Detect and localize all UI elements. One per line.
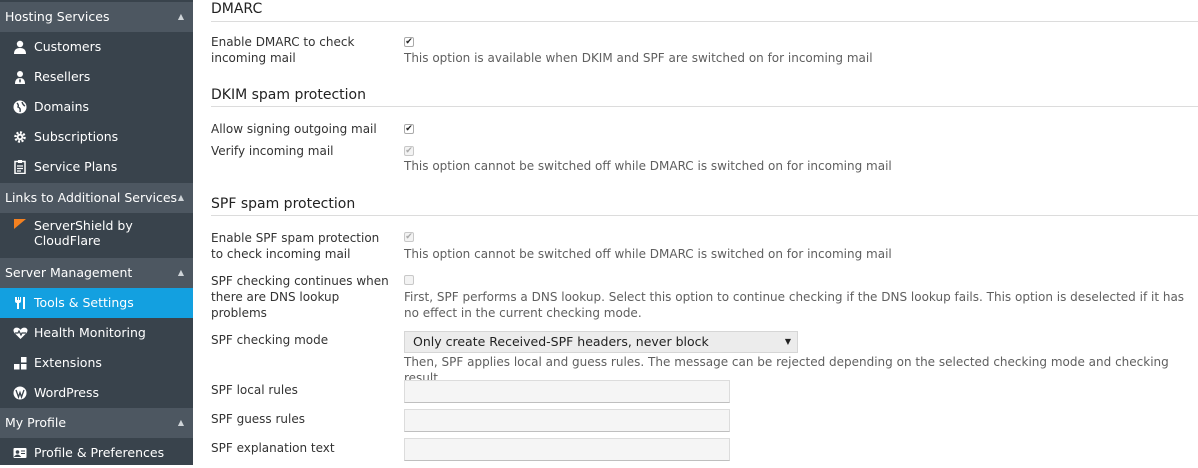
collapse-caret-icon[interactable]: ▲ xyxy=(178,258,184,288)
sidebar-item-label: Domains xyxy=(34,99,90,114)
allow-signing-label: Allow signing outgoing mail xyxy=(211,122,377,136)
sidebar-item-label: Tools & Settings xyxy=(34,295,134,310)
dkim-heading: DKIM spam protection xyxy=(211,87,366,103)
spf-continue-checkbox[interactable] xyxy=(404,275,414,285)
sidebar-item-label: ServerShield by CloudFlare xyxy=(34,218,133,248)
dropdown-arrow-icon: ▼ xyxy=(784,337,791,346)
extensions-icon xyxy=(12,348,28,378)
sidebar-item-subscriptions[interactable]: Subscriptions xyxy=(0,122,193,152)
sidebar-item-tools-settings[interactable]: Tools & Settings xyxy=(0,288,193,318)
verify-incoming-checkbox[interactable]: ✔ xyxy=(404,146,414,156)
verify-incoming-hint: This option cannot be switched off while… xyxy=(404,159,892,173)
user-icon xyxy=(12,32,28,62)
clipboard-icon xyxy=(12,152,28,182)
sidebar-item-label: Subscriptions xyxy=(34,129,119,144)
spf-mode-select[interactable]: Only create Received-SPF headers, never … xyxy=(404,331,798,353)
wordpress-icon xyxy=(12,378,28,408)
sidebar-section-my-profile[interactable]: My Profile ▲ xyxy=(0,408,193,438)
spf-heading: SPF spam protection xyxy=(211,196,356,212)
checkmark-icon: ✔ xyxy=(405,146,413,156)
globe-icon xyxy=(12,92,28,122)
sidebar-section-title: Server Management xyxy=(5,265,133,280)
section-divider xyxy=(211,215,1198,216)
enable-dmarc-label: Enable DMARC to check incoming mail xyxy=(211,35,355,65)
enable-spf-hint: This option cannot be switched off while… xyxy=(404,247,892,261)
profile-icon xyxy=(12,438,28,468)
gear-icon xyxy=(12,122,28,152)
spf-continue-label: SPF checking continues when there are DN… xyxy=(211,274,389,320)
sidebar-item-servershield[interactable]: ServerShield by CloudFlare xyxy=(0,213,193,253)
checkmark-icon: ✔ xyxy=(405,232,413,242)
sidebar-item-label: Health Monitoring xyxy=(34,325,146,340)
spf-explanation-label: SPF explanation text xyxy=(211,441,335,455)
enable-dmarc-checkbox[interactable]: ✔ xyxy=(404,37,414,47)
verify-incoming-label: Verify incoming mail xyxy=(211,144,334,158)
sidebar-section-title: Links to Additional Services xyxy=(5,190,178,205)
allow-signing-checkbox[interactable]: ✔ xyxy=(404,124,414,134)
section-divider xyxy=(211,21,1198,22)
sidebar: Hosting Services ▲ Customers Resellers D… xyxy=(0,0,193,465)
sidebar-item-label: Profile & Preferences xyxy=(34,445,165,460)
collapse-caret-icon[interactable]: ▲ xyxy=(178,2,184,32)
sidebar-item-resellers[interactable]: Resellers xyxy=(0,62,193,92)
cloudflare-icon xyxy=(12,215,28,235)
sidebar-item-profile-preferences[interactable]: Profile & Preferences xyxy=(0,438,193,468)
collapse-caret-icon[interactable]: ▲ xyxy=(178,183,184,213)
sidebar-section-title: My Profile xyxy=(5,415,67,430)
sidebar-item-label: WordPress xyxy=(34,385,100,400)
sidebar-item-extensions[interactable]: Extensions xyxy=(0,348,193,378)
sidebar-section-links-to-additional-services[interactable]: Links to Additional Services ▲ xyxy=(0,183,193,213)
sidebar-item-label: Service Plans xyxy=(34,159,118,174)
reseller-icon xyxy=(12,62,28,92)
spf-guess-rules-label: SPF guess rules xyxy=(211,412,306,426)
tools-icon xyxy=(12,288,28,318)
heart-pulse-icon xyxy=(12,318,28,348)
sidebar-item-label: Customers xyxy=(34,39,102,54)
sidebar-item-domains[interactable]: Domains xyxy=(0,92,193,122)
sidebar-item-customers[interactable]: Customers xyxy=(0,32,193,62)
spf-guess-rules-input[interactable] xyxy=(404,409,730,432)
sidebar-item-label: Extensions xyxy=(34,355,102,370)
sidebar-item-health-monitoring[interactable]: Health Monitoring xyxy=(0,318,193,348)
sidebar-item-wordpress[interactable]: WordPress xyxy=(0,378,193,408)
spf-mode-value: Only create Received-SPF headers, never … xyxy=(413,334,709,349)
collapse-caret-icon[interactable]: ▲ xyxy=(178,408,184,438)
dmarc-heading: DMARC xyxy=(211,1,263,17)
spf-local-rules-label: SPF local rules xyxy=(211,383,298,397)
sidebar-item-service-plans[interactable]: Service Plans xyxy=(0,152,193,182)
sidebar-section-title: Hosting Services xyxy=(5,9,110,24)
section-divider xyxy=(211,106,1198,107)
spf-continue-hint: First, SPF performs a DNS lookup. Select… xyxy=(404,290,1185,320)
enable-spf-checkbox[interactable]: ✔ xyxy=(404,232,414,242)
checkmark-icon: ✔ xyxy=(405,124,413,134)
enable-spf-label: Enable SPF spam protection to check inco… xyxy=(211,231,380,261)
sidebar-section-server-management[interactable]: Server Management ▲ xyxy=(0,258,193,288)
checkmark-icon: ✔ xyxy=(405,37,413,47)
sidebar-item-label: Resellers xyxy=(34,69,91,84)
sidebar-section-hosting-services[interactable]: Hosting Services ▲ xyxy=(0,2,193,32)
spf-explanation-input[interactable] xyxy=(404,438,730,461)
enable-dmarc-hint: This option is available when DKIM and S… xyxy=(404,51,873,65)
spf-local-rules-input[interactable] xyxy=(404,380,730,403)
mail-settings-form: DMARC Enable DMARC to check incoming mai… xyxy=(211,0,1198,465)
spf-mode-label: SPF checking mode xyxy=(211,333,329,347)
